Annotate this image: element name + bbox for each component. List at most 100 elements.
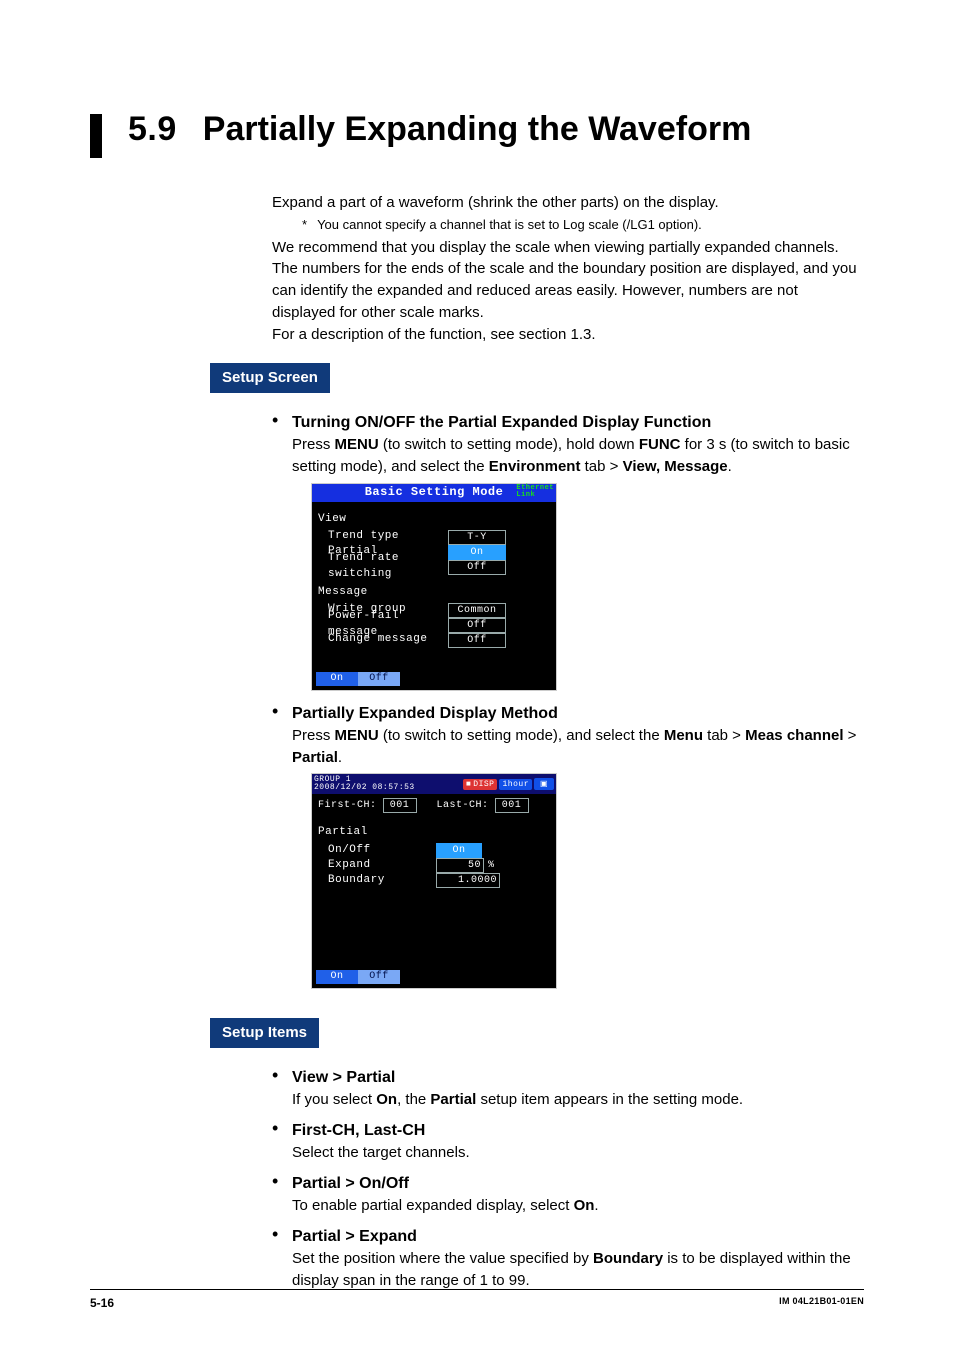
body-column: Expand a part of a waveform (shrink the …	[272, 192, 864, 1292]
text: tab >	[580, 458, 622, 475]
group-header-partial: Partial	[318, 825, 550, 841]
softkey-on: On	[316, 672, 358, 686]
last-ch-value: 001	[495, 798, 529, 813]
softkey-bar: On Off	[312, 968, 556, 988]
intro-p2: We recommend that you display the scale …	[272, 237, 864, 324]
first-ch-label: First-CH:	[318, 799, 377, 814]
device-titlebar: GROUP 1 2008/12/02 08:57:53 ■DISP 1hour …	[312, 774, 556, 794]
doc-id: IM 04L21B01-01EN	[779, 1296, 864, 1310]
group-header-message: Message	[318, 585, 550, 601]
disp-chip: ■DISP	[463, 779, 498, 791]
first-ch-value: 001	[383, 798, 417, 813]
label: Expand	[318, 858, 436, 874]
device-titlebar: Basic Setting Mode Ethernet Link	[312, 484, 556, 502]
page: 5.9 Partially Expanding the Waveform Exp…	[0, 0, 954, 1356]
text: (to switch to setting mode), and select …	[379, 727, 664, 744]
item-view-partial: View > Partial If you select On, the Par…	[272, 1066, 864, 1111]
item-body: Set the position where the value specifi…	[292, 1248, 864, 1292]
text: >	[844, 727, 857, 744]
item-body: Select the target channels.	[292, 1142, 864, 1164]
softkey-on: On	[316, 970, 358, 984]
kw-boundary: Boundary	[593, 1250, 663, 1267]
page-footer: 5-16 IM 04L21B01-01EN	[90, 1289, 864, 1310]
last-ch-label: Last-CH:	[437, 799, 489, 814]
item-first-last-ch: First-CH, Last-CH Select the target chan…	[272, 1119, 864, 1164]
eth-line2: Link	[516, 491, 535, 499]
value-highlighted: On	[436, 843, 482, 858]
item-title: View > Partial	[292, 1066, 864, 1089]
text: setup item appears in the setting mode.	[476, 1091, 743, 1108]
intro-p3: For a description of the function, see s…	[272, 324, 864, 346]
stop-icon: ■	[466, 779, 471, 791]
label: Trend type	[318, 529, 448, 545]
row-trend-type: Trend type T-Y	[318, 530, 550, 545]
label: Change message	[318, 632, 448, 648]
bullet-body: Press MENU (to switch to setting mode), …	[292, 434, 864, 478]
label: Trend rate switching	[318, 551, 448, 583]
row-onoff: On/Off On	[318, 843, 550, 858]
device-screenshot-basic: Basic Setting Mode Ethernet Link View Tr…	[312, 484, 556, 690]
value: T-Y	[448, 530, 506, 545]
text: If you select	[292, 1091, 376, 1108]
value: Off	[448, 633, 506, 648]
text: .	[594, 1197, 598, 1214]
text: Press	[292, 727, 335, 744]
softkey-off: Off	[358, 672, 400, 686]
ethernet-indicator: Ethernet Link	[516, 485, 554, 499]
text: , the	[397, 1091, 430, 1108]
kw-func: FUNC	[639, 436, 681, 453]
text: .	[728, 458, 732, 475]
value: Common	[448, 603, 506, 618]
text: tab >	[703, 727, 745, 744]
text: Set the position where the value specifi…	[292, 1250, 593, 1267]
item-title: Partial > Expand	[292, 1225, 864, 1248]
text: .	[338, 749, 342, 766]
kw-view-message: View, Message	[623, 458, 728, 475]
kw-environment: Environment	[489, 458, 581, 475]
time-chip: 1hour	[499, 779, 532, 791]
label-setup-screen: Setup Screen	[210, 363, 330, 393]
row-power-fail: Power-fail message Off	[318, 618, 550, 633]
label: On/Off	[318, 843, 436, 859]
kw-partial: Partial	[292, 749, 338, 766]
label-setup-items: Setup Items	[210, 1018, 319, 1048]
text: Press	[292, 436, 335, 453]
heading-title: Partially Expanding the Waveform	[203, 110, 752, 149]
value: 50	[436, 858, 484, 873]
heading-number: 5.9	[128, 110, 177, 149]
row-change-message: Change message Off	[318, 633, 550, 648]
bullet-method: Partially Expanded Display Method Press …	[272, 702, 864, 989]
section-heading: 5.9 Partially Expanding the Waveform	[90, 110, 864, 158]
text: (to switch to setting mode), hold down	[379, 436, 639, 453]
device-body: Partial On/Off On Expand 50 % Boundary 1…	[312, 817, 556, 968]
intro-p1: Expand a part of a waveform (shrink the …	[272, 192, 864, 214]
item-partial-onoff: Partial > On/Off To enable partial expan…	[272, 1172, 864, 1217]
kw-on: On	[574, 1197, 595, 1214]
kw-menu: MENU	[335, 436, 379, 453]
bullet-turn-onoff: Turning ON/OFF the Partial Expanded Disp…	[272, 411, 864, 690]
camera-icon: ▣	[534, 778, 554, 790]
value: Off	[448, 560, 506, 575]
row-expand: Expand 50 %	[318, 858, 550, 873]
value-highlighted: On	[448, 545, 506, 560]
title-left: GROUP 1 2008/12/02 08:57:53	[314, 776, 415, 792]
group-header-view: View	[318, 512, 550, 528]
chip-label: DISP	[473, 779, 494, 791]
item-partial-expand: Partial > Expand Set the position where …	[272, 1225, 864, 1292]
label: Boundary	[318, 873, 436, 889]
row-boundary: Boundary 1.0000	[318, 873, 550, 888]
device-title: Basic Setting Mode	[365, 484, 504, 501]
text: To enable partial expanded display, sele…	[292, 1197, 574, 1214]
item-body: If you select On, the Partial setup item…	[292, 1089, 864, 1111]
row-trend-rate: Trend rate switching Off	[318, 560, 550, 575]
device-screenshot-partial: GROUP 1 2008/12/02 08:57:53 ■DISP 1hour …	[312, 774, 556, 988]
value: 1.0000	[436, 873, 500, 888]
kw-menu: MENU	[335, 727, 379, 744]
item-body: To enable partial expanded display, sele…	[292, 1195, 864, 1217]
item-title: First-CH, Last-CH	[292, 1119, 864, 1142]
item-title: Partial > On/Off	[292, 1172, 864, 1195]
heading-marker	[90, 114, 102, 158]
bullet-title: Turning ON/OFF the Partial Expanded Disp…	[292, 411, 864, 434]
page-number: 5-16	[90, 1296, 114, 1310]
unit: %	[488, 859, 495, 874]
